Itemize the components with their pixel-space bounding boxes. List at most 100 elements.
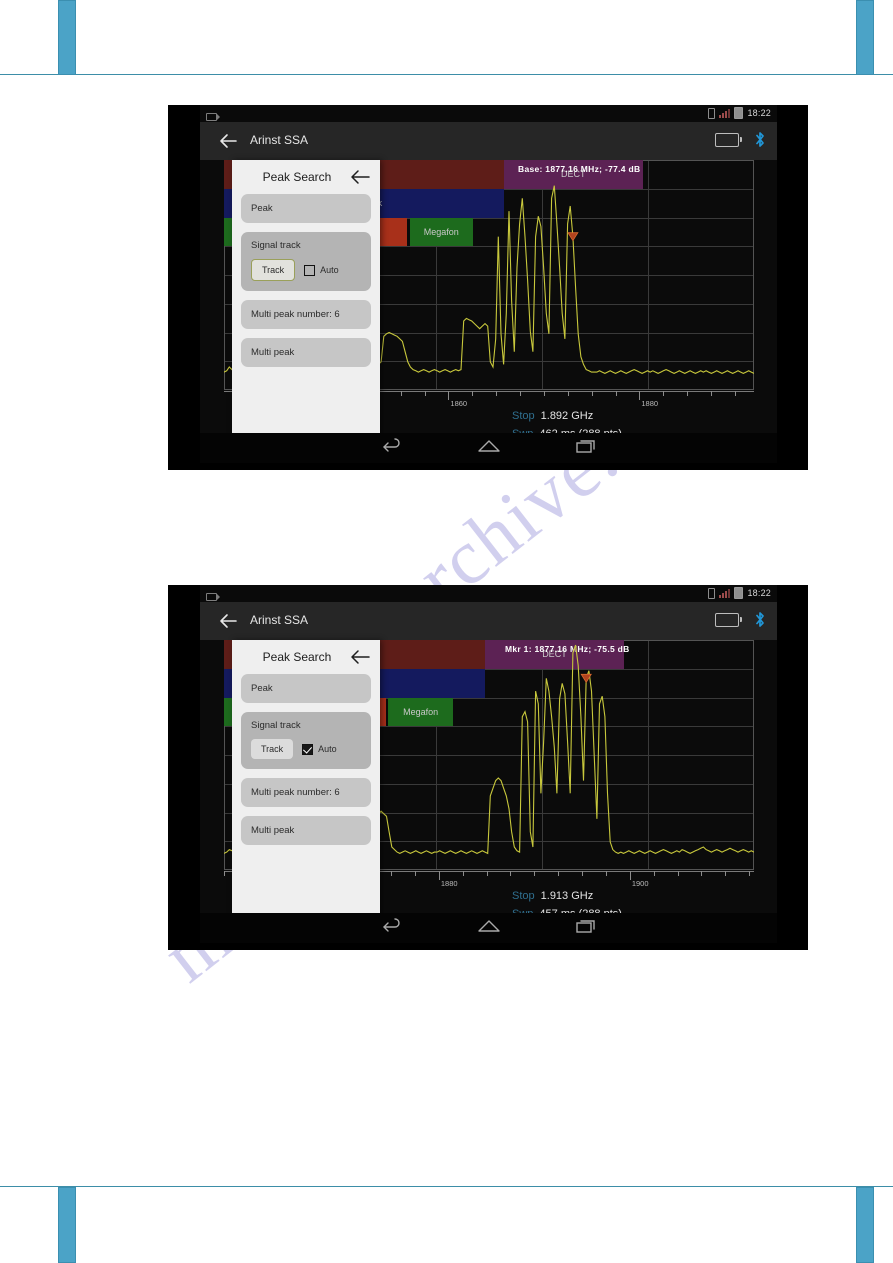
drawer-item-multi-peak-number[interactable]: Multi peak number: 6 — [241, 300, 371, 329]
axis-tick — [448, 391, 450, 400]
android-nav-bar — [200, 433, 777, 463]
drawer-item-label: Multi peak number: 6 — [251, 309, 340, 320]
recents-icon[interactable] — [575, 438, 597, 459]
drawer-item-label: Multi peak number: 6 — [251, 787, 340, 798]
axis-tick — [486, 871, 488, 876]
readout-stop: Stop 1.892 GHz — [512, 410, 594, 422]
auto-checkbox-label: Auto — [320, 265, 339, 275]
axis-tick — [711, 391, 713, 396]
axis-tick — [424, 391, 426, 396]
axis-tick — [224, 871, 225, 876]
auto-checkbox-wrap[interactable]: Auto — [302, 743, 337, 755]
axis-tick — [567, 391, 569, 396]
axis-tick — [687, 391, 689, 396]
status-bar-clock: 18:22 — [747, 588, 771, 598]
axis-tick — [438, 871, 440, 880]
track-button[interactable]: Track — [251, 259, 296, 281]
auto-checkbox[interactable] — [302, 743, 314, 755]
auto-checkbox-wrap[interactable]: Auto — [304, 264, 339, 276]
drawer-item-multi-peak[interactable]: Multi peak — [241, 816, 371, 845]
axis-tick — [462, 871, 464, 876]
axis-tick — [605, 871, 607, 876]
axis-tick — [543, 391, 545, 396]
axis-tick — [391, 871, 393, 876]
signal-track-title: Signal track — [251, 720, 301, 731]
android-nav-bar — [200, 913, 777, 943]
signal-track-title: Signal track — [251, 240, 301, 251]
axis-tick — [653, 871, 655, 876]
axis-tick — [725, 871, 727, 876]
app-title: Arinst SSA — [250, 613, 309, 627]
battery-outline-icon[interactable] — [715, 132, 742, 147]
axis-tick-label: 1880 — [641, 399, 659, 408]
signal-track-group: Signal track Track Auto — [241, 712, 371, 769]
device-screenshot-2: 18:22 Arinst SSA DCSDECTDownlinkonMTSMeg… — [168, 585, 808, 950]
drawer-item-peak[interactable]: Peak — [241, 194, 371, 223]
app-bar: Arinst SSA — [200, 602, 777, 640]
drawer-item-multi-peak[interactable]: Multi peak — [241, 338, 371, 367]
axis-tick — [510, 871, 512, 876]
track-button[interactable]: Track — [251, 739, 294, 759]
back-arrow-icon[interactable] — [218, 132, 238, 150]
readout-stop: Stop 1.913 GHz — [512, 890, 594, 902]
battery-icon — [734, 587, 744, 599]
axis-tick — [520, 391, 522, 396]
bluetooth-icon[interactable] — [753, 131, 767, 148]
device-screen: 18:22 Arinst SSA DCSDECTDownlinkgafonMTS… — [200, 105, 777, 463]
axis-tick — [496, 391, 498, 396]
axis-tick — [749, 871, 751, 876]
home-icon[interactable] — [477, 439, 501, 458]
axis-tick — [591, 391, 593, 396]
home-icon[interactable] — [477, 919, 501, 938]
axis-tick — [400, 391, 402, 396]
bluetooth-icon[interactable] — [753, 611, 767, 628]
header-bar-left — [58, 0, 76, 75]
status-bar-clock: 18:22 — [747, 108, 771, 118]
axis-tick — [414, 871, 416, 876]
footer-bar-left — [58, 1187, 76, 1263]
axis-tick — [472, 391, 474, 396]
app-title: Arinst SSA — [250, 133, 309, 147]
drawer-item-multi-peak-number[interactable]: Multi peak number: 6 — [241, 778, 371, 807]
battery-outline-icon[interactable] — [715, 612, 742, 627]
axis-tick — [615, 391, 617, 396]
footer-rule — [0, 1186, 893, 1187]
drawer-back-arrow-icon[interactable] — [350, 649, 370, 665]
signal-icon — [719, 108, 731, 118]
drawer-item-label: Multi peak — [251, 825, 295, 836]
auto-checkbox[interactable] — [304, 264, 316, 276]
axis-tick — [663, 391, 665, 396]
header-rule — [0, 74, 893, 75]
back-icon[interactable] — [381, 437, 403, 459]
battery-icon — [734, 107, 744, 119]
axis-tick-label: 1900 — [631, 879, 649, 888]
recents-icon[interactable] — [575, 918, 597, 939]
axis-tick — [734, 391, 736, 396]
android-status-bar: 18:22 — [200, 105, 777, 122]
peak-search-drawer: Peak Search Peak Signal track Track Auto — [232, 160, 380, 444]
axis-tick — [558, 871, 560, 876]
header-bar-right — [856, 0, 874, 75]
drawer-item-label: Peak — [251, 683, 273, 694]
axis-tick — [582, 871, 584, 876]
device-screen: 18:22 Arinst SSA DCSDECTDownlinkonMTSMeg… — [200, 585, 777, 943]
axis-tick-label: 1860 — [450, 399, 468, 408]
drawer-header: Peak Search — [232, 640, 380, 674]
signal-track-group: Signal track Track Auto — [241, 232, 371, 291]
axis-tick — [639, 391, 641, 400]
peak-search-drawer: Peak Search Peak Signal track Track Auto — [232, 640, 380, 924]
android-status-bar: 18:22 — [200, 585, 777, 602]
device-screenshot-1: 18:22 Arinst SSA DCSDECTDownlinkgafonMTS… — [168, 105, 808, 470]
app-bar: Arinst SSA — [200, 122, 777, 160]
drawer-header: Peak Search — [232, 160, 380, 194]
axis-tick — [701, 871, 703, 876]
back-arrow-icon[interactable] — [218, 612, 238, 630]
axis-tick — [677, 871, 679, 876]
drawer-item-peak[interactable]: Peak — [241, 674, 371, 703]
back-icon[interactable] — [381, 917, 403, 939]
drawer-item-label: Multi peak — [251, 347, 295, 358]
drawer-back-arrow-icon[interactable] — [350, 169, 370, 185]
axis-tick — [534, 871, 536, 876]
footer-bar-right — [856, 1187, 874, 1263]
drawer-item-label: Peak — [251, 203, 273, 214]
